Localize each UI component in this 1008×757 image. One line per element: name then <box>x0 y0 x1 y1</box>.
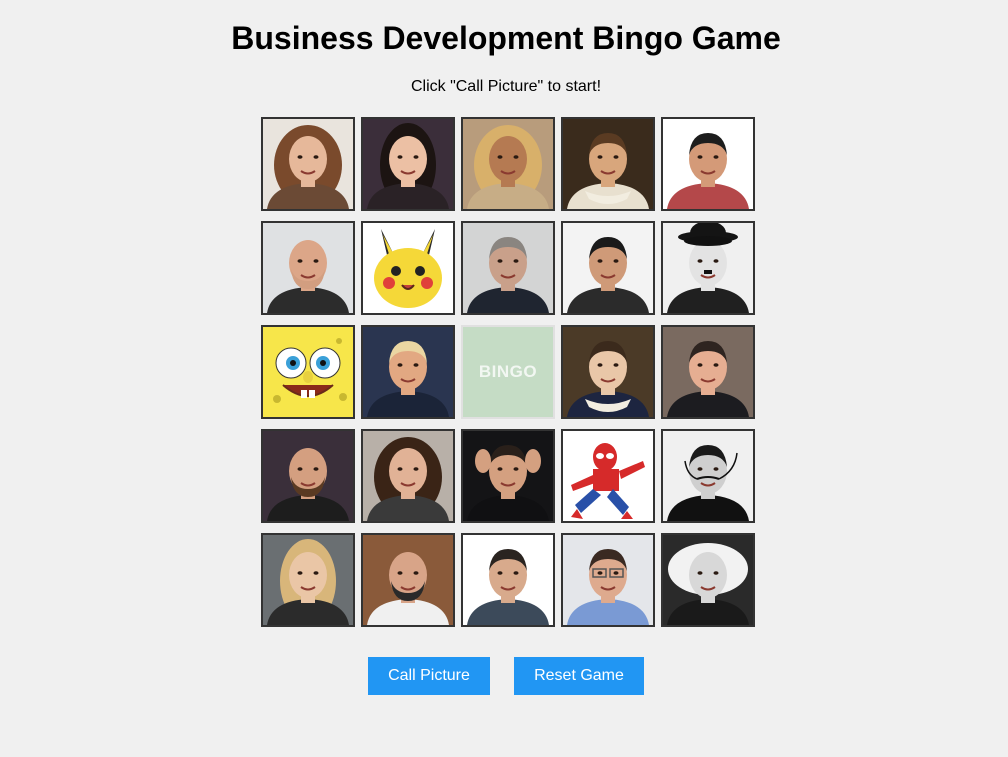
portrait-picture <box>263 327 353 417</box>
bingo-cell[interactable] <box>261 429 355 523</box>
bingo-page: Business Development Bingo Game Click "C… <box>0 0 1008 757</box>
bingo-cell[interactable] <box>461 533 555 627</box>
bingo-cell[interactable] <box>361 533 455 627</box>
bingo-cell[interactable] <box>561 117 655 211</box>
bingo-cell[interactable] <box>261 117 355 211</box>
bingo-cell[interactable] <box>661 533 755 627</box>
bingo-cell[interactable] <box>561 429 655 523</box>
bingo-cell[interactable] <box>261 533 355 627</box>
portrait-picture <box>563 535 653 625</box>
portrait-picture <box>263 119 353 209</box>
portrait-picture <box>363 327 453 417</box>
call-picture-button[interactable]: Call Picture <box>368 657 490 695</box>
portrait-picture <box>363 223 453 313</box>
bingo-cell[interactable] <box>361 117 455 211</box>
bingo-cell[interactable] <box>361 221 455 315</box>
bingo-board: BINGO <box>261 117 755 627</box>
bingo-cell[interactable] <box>461 117 555 211</box>
portrait-picture <box>663 535 753 625</box>
portrait-picture <box>463 535 553 625</box>
portrait-picture <box>263 223 353 313</box>
reset-game-button[interactable]: Reset Game <box>514 657 644 695</box>
bingo-cell[interactable] <box>561 325 655 419</box>
bingo-cell[interactable] <box>561 221 655 315</box>
game-status-message: Click "Call Picture" to start! <box>410 78 602 95</box>
bingo-cell[interactable] <box>661 325 755 419</box>
page-title: Business Development Bingo Game <box>231 20 781 56</box>
bingo-cell[interactable] <box>661 117 755 211</box>
portrait-picture <box>663 119 753 209</box>
bingo-cell[interactable] <box>261 325 355 419</box>
portrait-picture <box>463 119 553 209</box>
portrait-picture <box>363 535 453 625</box>
free-space-label: BINGO <box>478 362 538 381</box>
portrait-picture <box>563 223 653 313</box>
bingo-cell[interactable] <box>361 429 455 523</box>
portrait-picture <box>463 223 553 313</box>
portrait-picture <box>363 431 453 521</box>
bingo-cell[interactable] <box>261 221 355 315</box>
portrait-picture <box>563 327 653 417</box>
portrait-picture <box>663 431 753 521</box>
bingo-cell[interactable] <box>561 533 655 627</box>
portrait-picture <box>563 431 653 521</box>
portrait-picture <box>463 431 553 521</box>
bingo-free-space[interactable]: BINGO <box>461 325 555 419</box>
portrait-picture <box>363 119 453 209</box>
portrait-picture <box>263 535 353 625</box>
bingo-cell[interactable] <box>461 429 555 523</box>
portrait-picture <box>563 119 653 209</box>
portrait-picture <box>663 223 753 313</box>
portrait-picture <box>663 327 753 417</box>
bingo-cell[interactable] <box>661 221 755 315</box>
portrait-picture <box>263 431 353 521</box>
bingo-cell[interactable] <box>661 429 755 523</box>
bingo-cell[interactable] <box>461 221 555 315</box>
bingo-cell[interactable] <box>361 325 455 419</box>
